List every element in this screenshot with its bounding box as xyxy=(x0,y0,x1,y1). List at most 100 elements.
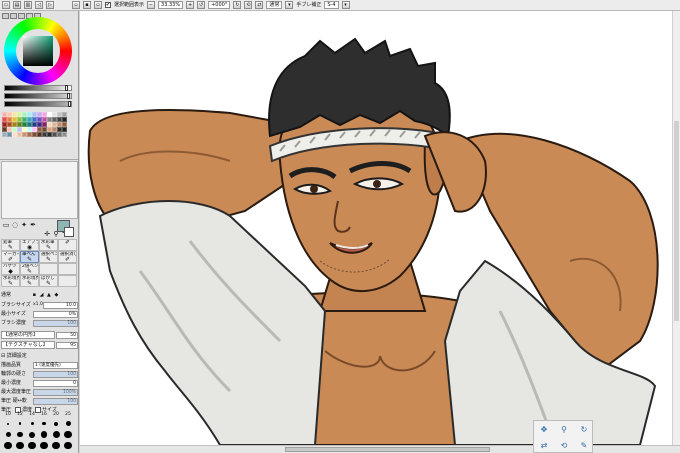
density-value[interactable]: 100 xyxy=(33,319,78,327)
brush-size-preset[interactable] xyxy=(14,440,26,451)
green-slider[interactable] xyxy=(4,93,72,99)
brush-size-value[interactable]: 10.0 xyxy=(43,301,78,309)
view-mode-dropdown-icon[interactable]: ▾ xyxy=(285,1,294,9)
brush-size-preset[interactable] xyxy=(14,418,26,429)
deselect-icon[interactable]: ▫ xyxy=(72,1,80,9)
brush-tool[interactable] xyxy=(58,263,77,275)
reset-icon[interactable]: ⟲ xyxy=(554,437,574,453)
brush-tool[interactable] xyxy=(58,275,77,287)
brush-size-preset[interactable] xyxy=(50,440,62,451)
color-swatch[interactable] xyxy=(62,132,67,137)
texture-value[interactable]: 95 xyxy=(56,341,78,349)
brush-size-preset[interactable] xyxy=(26,429,38,440)
shape-dropdown[interactable]: 【通常の円形】 xyxy=(1,331,55,339)
rotate-icon[interactable]: ↻ xyxy=(574,421,594,437)
zoom-icon[interactable]: ⚲ xyxy=(554,421,574,437)
pressure-value[interactable]: 100 xyxy=(33,397,78,405)
view-mode-field[interactable]: 通常 xyxy=(266,1,283,9)
scratchpad-area[interactable] xyxy=(1,161,78,219)
redo-icon[interactable]: ▷ xyxy=(46,1,54,9)
max-density-pressure-value[interactable]: 100% xyxy=(33,388,78,396)
texture-dropdown[interactable]: 【テクスチャなし】 xyxy=(1,341,55,349)
hsv-slider-mode-button[interactable] xyxy=(18,13,25,19)
select-all-icon[interactable]: ▫ xyxy=(94,1,102,9)
brush-size-preset[interactable] xyxy=(14,429,26,440)
magic-wand-icon[interactable]: ✦ xyxy=(20,221,28,229)
undo-icon[interactable]: ◁ xyxy=(35,1,43,9)
min-size-value[interactable]: 0% xyxy=(33,310,78,318)
save-icon[interactable]: ▥ xyxy=(24,1,32,9)
rgb-slider-mode-button[interactable] xyxy=(10,13,17,19)
brush-tool[interactable]: 2値ペン ✎ xyxy=(20,263,39,275)
brush-tool[interactable]: エアブラシ◉ xyxy=(20,239,39,251)
new-canvas-icon[interactable]: ▭ xyxy=(2,1,10,9)
brush-size-preset[interactable] xyxy=(38,429,50,440)
brush-tool[interactable]: 水彩筆 ✎ xyxy=(39,239,58,251)
brush-icon: ✎ xyxy=(45,280,52,287)
scroll-icon[interactable]: ✥ xyxy=(534,421,554,437)
horizontal-scroll-thumb[interactable] xyxy=(285,447,490,452)
rotation-field[interactable]: +000° xyxy=(208,1,231,9)
brush-tool[interactable]: ぼかし ✎ xyxy=(39,275,58,287)
brush-tool[interactable]: 水彩境界 ✎ xyxy=(1,275,20,287)
sub-color-box[interactable] xyxy=(64,227,74,237)
brush-size-preset[interactable] xyxy=(26,440,38,451)
rotate-left-icon[interactable]: ↺ xyxy=(197,1,206,9)
color-wheel[interactable] xyxy=(4,17,72,85)
saturation-value-square[interactable] xyxy=(23,36,53,66)
brush-size-preset[interactable] xyxy=(50,418,62,429)
collapse-icon[interactable]: ⊟ xyxy=(1,353,5,359)
vertical-scroll-thumb[interactable] xyxy=(674,121,679,321)
lasso-icon[interactable]: ◌ xyxy=(11,221,19,229)
quality-dropdown[interactable]: 1 (速度優先) xyxy=(33,361,78,369)
zoom-field[interactable]: 33.33% xyxy=(158,1,184,9)
brush-tool[interactable]: 筆ぺん ✎ xyxy=(20,251,39,263)
brush-size-multiplier[interactable]: x1.0 xyxy=(33,301,43,309)
brush-tool[interactable] xyxy=(39,263,58,275)
move-icon[interactable]: ✛ xyxy=(43,230,51,238)
brush-size-preset[interactable] xyxy=(2,418,14,429)
brush-size-preset[interactable] xyxy=(62,429,74,440)
eyedropper-icon[interactable]: ✒ xyxy=(29,221,37,229)
brush-tool[interactable]: バケツ ◆ xyxy=(1,263,20,275)
blue-slider[interactable] xyxy=(4,101,72,107)
brush-size-preset[interactable] xyxy=(38,418,50,429)
brush-size-preset[interactable] xyxy=(50,429,62,440)
brush-tool[interactable]: マーカー ✐ xyxy=(1,251,20,263)
shape-value[interactable]: 50 xyxy=(56,331,78,339)
brush-size-preset[interactable] xyxy=(62,418,74,429)
brush-tool[interactable]: 水彩境界1✎ xyxy=(20,275,39,287)
rotate-reset-icon[interactable]: ⟲ xyxy=(244,1,253,9)
brush-size-preset[interactable] xyxy=(62,440,74,451)
flip-icon[interactable]: ⇄ xyxy=(255,1,264,9)
rect-select-icon[interactable]: ▭ xyxy=(2,221,10,229)
vertical-scrollbar[interactable] xyxy=(672,11,680,445)
stabilizer-label: 手ブレ補正 xyxy=(296,2,322,8)
red-slider[interactable] xyxy=(4,85,72,91)
shape-presets[interactable]: ▪ ◢ ▲ ◆ xyxy=(33,292,60,298)
zoom-in-icon[interactable]: + xyxy=(186,1,195,9)
edge-hardness-value[interactable]: 100 xyxy=(33,370,78,378)
flip-icon[interactable]: ⇄ xyxy=(534,437,554,453)
rotate-right-icon[interactable]: ↻ xyxy=(233,1,242,9)
brush-tool[interactable]: 選択消し ✐ xyxy=(58,251,77,263)
brush-size-preset[interactable] xyxy=(26,418,38,429)
open-icon[interactable]: ▤ xyxy=(13,1,21,9)
brush-size-preset[interactable] xyxy=(2,440,14,451)
invert-select-icon[interactable]: ▪ xyxy=(83,1,91,9)
selection-display-checkbox[interactable]: ✔ xyxy=(105,2,111,8)
pen-icon[interactable]: ✎ xyxy=(574,437,594,453)
advanced-header[interactable]: ⊟ 詳細設定 xyxy=(1,352,78,360)
color-wheel-mode-button[interactable] xyxy=(2,13,9,19)
brush-tool[interactable]: ✐ xyxy=(58,239,77,251)
drawing-canvas[interactable] xyxy=(80,11,680,445)
brush-size-preset[interactable] xyxy=(38,440,50,451)
stabilizer-dropdown-icon[interactable]: ▾ xyxy=(341,1,350,9)
brush-tool[interactable]: 鉛筆 ✎ xyxy=(1,239,20,251)
brush-tool[interactable]: 選択ペン ✎ xyxy=(39,251,58,263)
stabilizer-field[interactable]: S-4 xyxy=(324,1,339,9)
brush-dot-icon xyxy=(65,421,71,426)
min-density-value[interactable]: 0 xyxy=(33,379,78,387)
brush-size-preset[interactable] xyxy=(2,429,14,440)
zoom-out-icon[interactable]: − xyxy=(147,1,156,9)
